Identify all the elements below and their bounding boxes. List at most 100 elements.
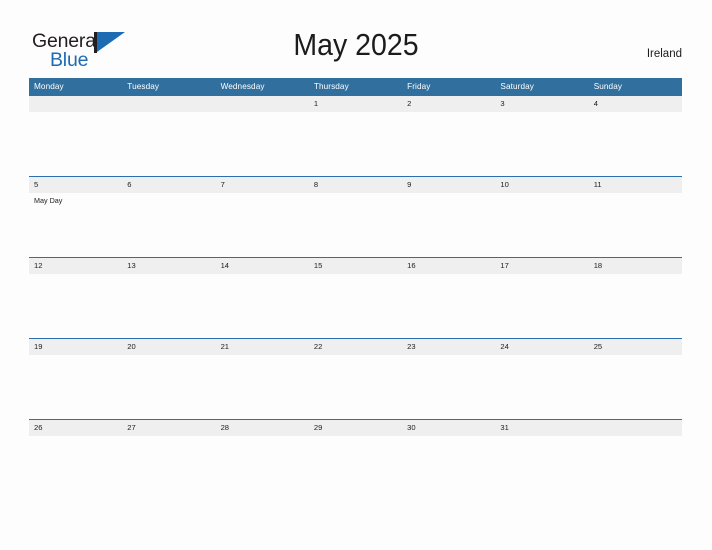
day-number-cell[interactable] xyxy=(29,96,122,112)
day-number-cell[interactable] xyxy=(589,420,682,436)
day-events-cell[interactable] xyxy=(122,355,215,419)
day-number-cell[interactable]: 30 xyxy=(402,420,495,436)
day-number-cell[interactable]: 28 xyxy=(216,420,309,436)
day-events-cell[interactable] xyxy=(216,355,309,419)
day-events-cell[interactable] xyxy=(122,436,215,500)
calendar-week-row: 1234 xyxy=(29,96,682,176)
day-number-cell[interactable]: 21 xyxy=(216,339,309,355)
day-events-cell[interactable] xyxy=(309,193,402,257)
week-events-band xyxy=(29,355,682,419)
week-events-band xyxy=(29,274,682,338)
day-number-cell[interactable]: 5 xyxy=(29,177,122,193)
day-events-cell[interactable] xyxy=(122,193,215,257)
calendar-week-row: 5 6 7 8 9 10 11 May Day xyxy=(29,176,682,257)
day-number-cell[interactable]: 11 xyxy=(589,177,682,193)
week-events-band xyxy=(29,112,682,176)
day-number-cell[interactable]: 16 xyxy=(402,258,495,274)
day-number-cell[interactable]: 3 xyxy=(495,96,588,112)
day-events-cell[interactable] xyxy=(589,112,682,176)
calendar-page: General Blue May 2025 Ireland Monday Tues… xyxy=(0,0,712,550)
day-number-cell[interactable]: 26 xyxy=(29,420,122,436)
weekday-header-monday: Monday xyxy=(34,82,64,91)
weekday-header-saturday: Saturday xyxy=(500,82,534,91)
day-number-cell[interactable]: 24 xyxy=(495,339,588,355)
day-number-cell[interactable] xyxy=(216,96,309,112)
calendar-week-row: 26 27 28 29 30 31 xyxy=(29,419,682,447)
day-number-cell[interactable]: 12 xyxy=(29,258,122,274)
week-events-band: May Day xyxy=(29,193,682,257)
calendar-week-row: 12 13 14 15 16 17 18 xyxy=(29,257,682,338)
day-events-cell[interactable] xyxy=(402,193,495,257)
day-events-cell[interactable] xyxy=(402,355,495,419)
day-number-cell[interactable]: 7 xyxy=(216,177,309,193)
day-events-cell[interactable]: May Day xyxy=(29,193,122,257)
day-events-cell[interactable] xyxy=(495,436,588,500)
day-events-cell[interactable] xyxy=(495,274,588,338)
day-events-cell[interactable] xyxy=(29,355,122,419)
day-events-cell[interactable] xyxy=(309,112,402,176)
day-number-cell[interactable]: 10 xyxy=(495,177,588,193)
page-header: General Blue May 2025 Ireland xyxy=(0,0,712,78)
calendar-week-row: 19 20 21 22 23 24 25 xyxy=(29,338,682,419)
day-events-cell[interactable] xyxy=(402,274,495,338)
week-date-band: 19 20 21 22 23 24 25 xyxy=(29,339,682,355)
calendar-weeks: 1 2 3 4 5 6 7 8 9 10 11 May Day 12 13 14 15 16 17 18 19 20 21… xyxy=(29,96,682,447)
day-events-cell[interactable] xyxy=(495,193,588,257)
week-date-band: 5 6 7 8 9 10 11 xyxy=(29,177,682,193)
day-number-cell[interactable] xyxy=(122,96,215,112)
day-number-cell[interactable]: 20 xyxy=(122,339,215,355)
day-number-cell[interactable]: 29 xyxy=(309,420,402,436)
week-date-band: 1234 xyxy=(29,96,682,112)
day-number-cell[interactable]: 8 xyxy=(309,177,402,193)
day-events-cell[interactable] xyxy=(122,274,215,338)
day-events-cell[interactable] xyxy=(29,274,122,338)
weekday-header-tuesday: Tuesday xyxy=(127,82,160,91)
day-number-cell[interactable]: 27 xyxy=(122,420,215,436)
day-number-cell[interactable]: 13 xyxy=(122,258,215,274)
day-number-cell[interactable]: 6 xyxy=(122,177,215,193)
weekday-header-friday: Friday xyxy=(407,82,431,91)
day-events-cell[interactable] xyxy=(309,436,402,500)
day-events-cell[interactable] xyxy=(216,274,309,338)
day-events-cell[interactable] xyxy=(309,355,402,419)
day-number-cell[interactable]: 31 xyxy=(495,420,588,436)
day-number-cell[interactable]: 14 xyxy=(216,258,309,274)
weekday-header-row: Monday Tuesday Wednesday Thursday Friday Satu… xyxy=(29,78,682,96)
region-label: Ireland xyxy=(646,48,682,60)
day-events-cell[interactable] xyxy=(402,112,495,176)
day-events-cell[interactable] xyxy=(495,355,588,419)
day-events-cell[interactable] xyxy=(589,436,682,500)
calendar-table: Monday Tuesday Wednesday Thursday Friday Satu… xyxy=(29,78,682,447)
day-events-cell[interactable] xyxy=(589,274,682,338)
day-events-cell[interactable] xyxy=(216,112,309,176)
day-number-cell[interactable]: 4 xyxy=(589,96,682,112)
weekday-header-thursday: Thursday xyxy=(313,82,349,91)
day-number-cell[interactable]: 9 xyxy=(402,177,495,193)
day-events-cell[interactable] xyxy=(495,112,588,176)
day-events-cell[interactable] xyxy=(589,193,682,257)
day-number-cell[interactable]: 18 xyxy=(589,258,682,274)
day-number-cell[interactable]: 22 xyxy=(309,339,402,355)
day-number-cell[interactable]: 2 xyxy=(402,96,495,112)
holiday-event-label: May Day xyxy=(34,196,63,205)
page-title: May 2025 xyxy=(293,27,419,62)
day-events-cell[interactable] xyxy=(216,436,309,500)
day-number-cell[interactable]: 19 xyxy=(29,339,122,355)
day-events-cell[interactable] xyxy=(216,193,309,257)
day-events-cell[interactable] xyxy=(309,274,402,338)
weekday-header-sunday: Sunday xyxy=(593,82,623,91)
weekday-header-wednesday: Wednesday xyxy=(220,82,265,91)
day-events-cell[interactable] xyxy=(402,436,495,500)
day-events-cell[interactable] xyxy=(29,436,122,500)
day-events-cell[interactable] xyxy=(589,355,682,419)
day-number-cell[interactable]: 1 xyxy=(309,96,402,112)
week-date-band: 26 27 28 29 30 31 xyxy=(29,420,682,436)
week-date-band: 12 13 14 15 16 17 18 xyxy=(29,258,682,274)
day-number-cell[interactable]: 23 xyxy=(402,339,495,355)
day-number-cell[interactable]: 17 xyxy=(495,258,588,274)
week-events-band xyxy=(29,436,682,447)
day-number-cell[interactable]: 25 xyxy=(589,339,682,355)
day-events-cell[interactable] xyxy=(29,112,122,176)
day-events-cell[interactable] xyxy=(122,112,215,176)
day-number-cell[interactable]: 15 xyxy=(309,258,402,274)
